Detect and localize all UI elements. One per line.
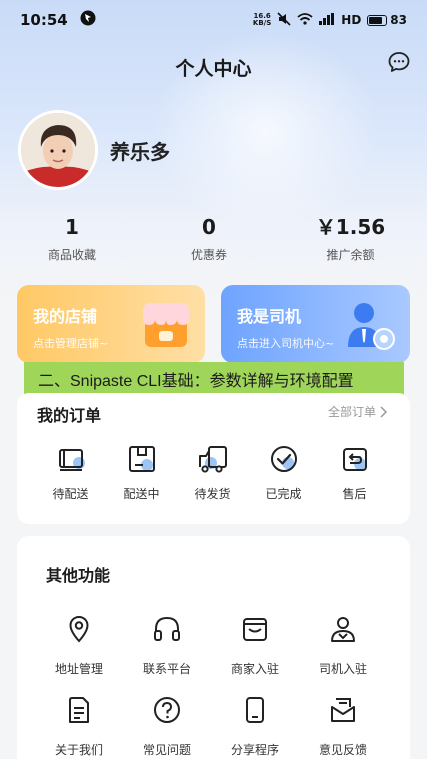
stat-value: 0 [202,215,216,239]
avatar[interactable] [18,110,98,190]
signal-icon [319,12,335,28]
network-type: HD [341,13,362,27]
profile-section[interactable]: 养乐多 [18,110,170,190]
function-contact-platform[interactable]: 联系平台 [123,614,211,677]
delivery-box-icon [128,446,155,472]
my-shop-card[interactable]: 我的店铺 点击管理店铺~ [17,285,205,363]
location-pin-icon [69,615,89,643]
app-notification-icon [80,10,96,30]
function-faq[interactable]: 常见问题 [123,695,211,758]
username: 养乐多 [110,139,170,164]
function-label: 意见反馈 [318,743,367,757]
order-pending-delivery[interactable]: 待配送 [35,443,106,502]
document-icon [69,697,89,723]
stat-label: 优惠券 [190,248,227,262]
status-time: 10:54 [20,11,68,29]
order-after-sales[interactable]: 售后 [319,443,390,502]
stats-row: 1 商品收藏 0 优惠券 ￥1.56 推广余额 [0,214,427,263]
chat-bubble-icon [388,52,410,72]
chevron-right-icon [380,405,388,418]
stat-value: 1 [65,215,79,239]
return-icon [342,448,367,471]
function-driver-join[interactable]: 司机入驻 [299,614,387,677]
driver-card[interactable]: 我是司机 点击进入司机中心~ [221,285,410,363]
order-label: 售后 [342,487,367,501]
stat-coupons[interactable]: 0 优惠券 [144,214,274,263]
message-button[interactable] [387,50,411,74]
order-label: 待配送 [52,487,89,501]
function-label: 商家入驻 [230,662,279,676]
order-label: 配送中 [123,487,160,501]
function-address-management[interactable]: 地址管理 [35,614,123,677]
all-orders-link[interactable]: 全部订单 [328,403,388,420]
net-speed: 16.6 KB/S [252,12,272,27]
question-icon [154,697,180,723]
mute-icon [277,11,291,29]
overlay-banner: 二、Snipaste CLI基础：参数详解与环境配置 [24,362,404,396]
feedback-mail-icon [331,698,355,722]
all-orders-label: 全部订单 [327,405,376,419]
stat-label: 推广余额 [326,248,375,262]
package-icon [58,449,85,471]
truck-icon [198,446,227,473]
other-functions-card: 其他功能 地址管理 联系平台 商家入驻 司机入驻 关于我们 常见问题 分享程序 … [17,536,410,759]
stat-balance[interactable]: ￥1.56 推广余额 [274,214,427,263]
function-label: 联系平台 [142,662,191,676]
function-label: 司机入驻 [318,662,367,676]
orders-card: 我的订单 全部订单 待配送 配送中 待发货 已完成 售后 [17,393,410,524]
stat-value: ￥1.56 [315,215,386,239]
functions-grid: 地址管理 联系平台 商家入驻 司机入驻 关于我们 常见问题 分享程序 意见反馈 [17,614,410,758]
function-label: 关于我们 [54,743,103,757]
function-share-app[interactable]: 分享程序 [211,695,299,758]
headphones-icon [154,616,180,641]
function-feedback[interactable]: 意见反馈 [299,695,387,758]
other-functions-title: 其他功能 [46,566,111,585]
order-delivering[interactable]: 配送中 [106,443,177,502]
status-indicators: 16.6 KB/S HD 83 [252,11,407,29]
shop-icon [139,299,193,355]
driver-person-icon [331,617,355,642]
orders-row: 待配送 配送中 待发货 已完成 售后 [17,443,410,502]
function-merchant-join[interactable]: 商家入驻 [211,614,299,677]
function-label: 地址管理 [54,662,103,676]
page-title: 个人中心 [175,58,252,80]
wifi-icon [297,12,313,29]
phone-icon [246,697,264,723]
title-bar: 个人中心 [0,46,427,86]
order-awaiting-shipment[interactable]: 待发货 [177,443,248,502]
function-label: 分享程序 [230,743,279,757]
stat-favorites[interactable]: 1 商品收藏 [0,214,144,263]
function-label: 常见问题 [142,743,191,757]
battery-level: 83 [390,13,407,27]
order-label: 待发货 [194,487,231,501]
stat-label: 商品收藏 [47,248,96,262]
function-about-us[interactable]: 关于我们 [35,695,123,758]
order-label: 已完成 [265,487,302,501]
check-circle-icon [270,446,297,472]
status-bar: 10:54 16.6 KB/S HD 83 [0,0,427,40]
orders-title: 我的订单 [37,406,102,425]
driver-icon [342,299,398,359]
battery-icon [367,14,388,26]
battery-indicator: 83 [367,13,407,27]
store-icon [243,618,267,641]
order-completed[interactable]: 已完成 [248,443,319,502]
